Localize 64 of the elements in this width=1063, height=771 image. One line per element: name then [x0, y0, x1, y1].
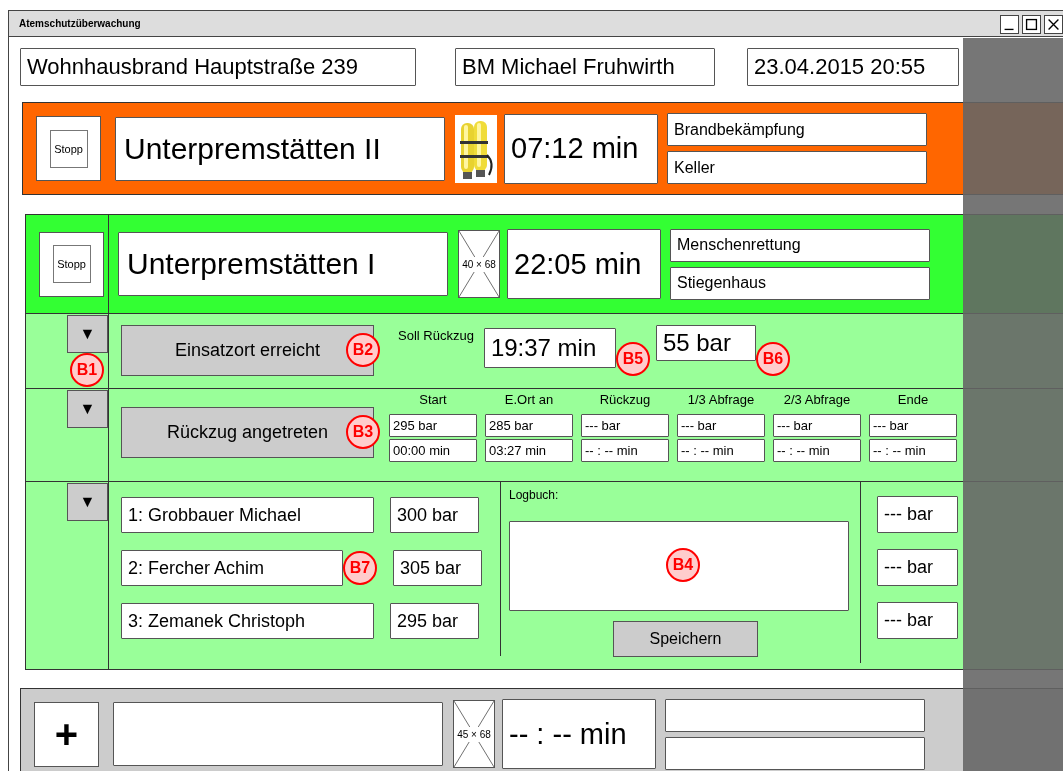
- time-field[interactable]: -- : -- min: [869, 439, 957, 462]
- task-field[interactable]: Menschenrettung: [670, 228, 930, 262]
- pressure-field[interactable]: 305 bar: [393, 550, 482, 586]
- time-field[interactable]: -- : -- min: [502, 699, 656, 769]
- column-heading: 1/3 Abfrage: [686, 392, 756, 409]
- logbook-label: Logbuch:: [509, 488, 559, 504]
- pressure-field[interactable]: --- bar: [773, 414, 861, 437]
- minimize-icon[interactable]: [1000, 15, 1019, 34]
- annotation-badge: B6: [755, 342, 790, 376]
- pressure-field[interactable]: 300 bar: [390, 497, 479, 533]
- toggle-button[interactable]: ▼: [67, 315, 108, 353]
- end-pressure-field[interactable]: --- bar: [877, 549, 958, 586]
- close-icon[interactable]: [1044, 15, 1063, 34]
- team-name-field[interactable]: [113, 702, 443, 766]
- task-field[interactable]: Brandbekämpfung: [667, 113, 927, 146]
- location-field[interactable]: [665, 736, 925, 770]
- column-heading: Rückzug: [598, 392, 652, 409]
- save-button[interactable]: Speichern: [613, 621, 758, 657]
- column-heading: E.Ort an: [503, 392, 555, 409]
- team-name-field[interactable]: Unterpremstätten I: [118, 232, 448, 296]
- annotation-badge: B7: [343, 551, 377, 585]
- datetime-field[interactable]: 23.04.2015 20:55: [747, 48, 959, 86]
- placeholder-label: 40 × 68: [461, 256, 497, 272]
- pressure-field[interactable]: --- bar: [677, 414, 765, 437]
- column-heading: Ende: [896, 392, 930, 409]
- end-pressure-field[interactable]: --- bar: [877, 496, 958, 533]
- time-field[interactable]: 22:05 min: [507, 229, 661, 299]
- time-field[interactable]: -- : -- min: [581, 439, 669, 462]
- end-pressure-field[interactable]: --- bar: [877, 602, 958, 639]
- team-name-field[interactable]: Unterpremstätten II: [115, 116, 445, 181]
- window-title: Atemschutzüberwachung: [19, 18, 141, 29]
- annotation-badge: B5: [615, 342, 650, 376]
- toggle-button[interactable]: ▼: [67, 483, 108, 521]
- member-field[interactable]: 2: Fercher Achim: [121, 550, 343, 586]
- location-field[interactable]: Keller: [667, 151, 927, 184]
- toggle-button[interactable]: ▼: [67, 390, 108, 428]
- retreat-pressure-field[interactable]: 55 bar: [655, 325, 756, 361]
- column-heading: Start: [418, 392, 448, 409]
- location-field[interactable]: Stiegenhaus: [670, 266, 930, 300]
- pressure-field[interactable]: --- bar: [581, 414, 669, 437]
- time-field[interactable]: 07:12 min: [504, 113, 658, 184]
- add-button[interactable]: +: [34, 701, 99, 767]
- maximize-icon[interactable]: [1022, 15, 1041, 34]
- time-field[interactable]: -- : -- min: [773, 439, 861, 462]
- commander-field[interactable]: BM Michael Fruhwirth: [455, 48, 715, 86]
- task-field[interactable]: [665, 698, 925, 732]
- column-heading: 2/3 Abfrage: [782, 392, 852, 409]
- annotation-badge: B1: [70, 353, 104, 387]
- pressure-field[interactable]: 295 bar: [389, 414, 477, 437]
- time-field[interactable]: 00:00 min: [389, 439, 477, 462]
- member-field[interactable]: 1: Grobbauer Michael: [121, 497, 374, 533]
- time-field[interactable]: -- : -- min: [677, 439, 765, 462]
- incident-field[interactable]: Wohnhausbrand Hauptstraße 239: [20, 48, 416, 86]
- pressure-field[interactable]: 285 bar: [485, 414, 573, 437]
- retreat-time-field[interactable]: 19:37 min: [483, 328, 616, 368]
- stop-button[interactable]: Stopp: [49, 129, 88, 168]
- pressure-field[interactable]: 295 bar: [390, 603, 479, 639]
- pressure-field[interactable]: --- bar: [869, 414, 957, 437]
- retreat-label: Soll Rückzug: [398, 328, 474, 343]
- member-field[interactable]: 3: Zemanek Christoph: [121, 603, 374, 639]
- logbook-field[interactable]: [509, 521, 849, 611]
- time-field[interactable]: 03:27 min: [485, 439, 573, 462]
- placeholder-label: 45 × 68: [456, 726, 492, 742]
- stop-button[interactable]: Stopp: [52, 245, 91, 283]
